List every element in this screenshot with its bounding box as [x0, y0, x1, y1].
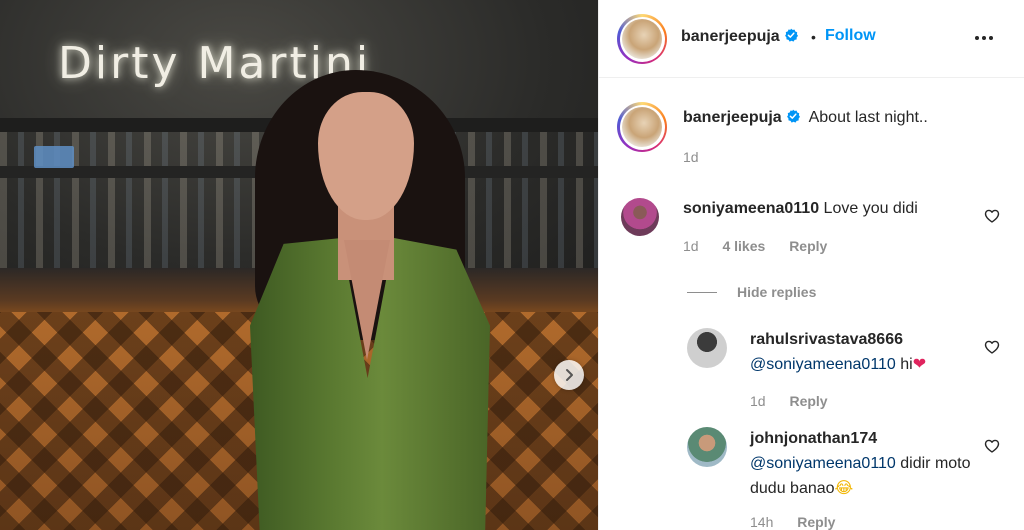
hide-replies-button[interactable]: Hide replies	[687, 282, 816, 302]
author-username[interactable]: banerjeepuja	[681, 28, 780, 45]
caption-text: About last night..	[808, 109, 928, 126]
replier-avatar[interactable]	[687, 427, 727, 467]
comment-text: Love you didi	[823, 200, 918, 217]
reply-body: hi	[895, 356, 913, 373]
mention-link[interactable]: @soniyameena0110	[750, 356, 896, 373]
reply-button[interactable]: Reply	[789, 238, 827, 254]
separator-dot: •	[811, 29, 816, 45]
post-photo[interactable]: Dirty Martini	[0, 0, 598, 530]
author-avatar[interactable]	[617, 14, 667, 64]
reply-timestamp[interactable]: 14h	[750, 514, 773, 530]
comment-username[interactable]: soniyameena0110	[683, 200, 819, 217]
reply-button[interactable]: Reply	[797, 514, 835, 530]
post-side-panel: banerjeepuja • Follow banerjeepuja About…	[598, 0, 1024, 530]
verified-badge-icon	[787, 109, 801, 123]
chevron-right-icon	[566, 369, 573, 381]
reply-meta: 14h Reply	[750, 514, 835, 530]
heart-icon[interactable]	[984, 438, 1000, 454]
more-horizontal-icon[interactable]	[971, 26, 997, 50]
reply-username[interactable]: rahulsrivastava8666	[750, 331, 903, 349]
reply-button[interactable]: Reply	[789, 393, 827, 409]
caption-author-avatar[interactable]	[617, 102, 667, 152]
follow-button[interactable]: Follow	[825, 27, 876, 45]
post-header: banerjeepuja • Follow	[599, 0, 1024, 78]
next-photo-button[interactable]	[554, 360, 584, 390]
heart-icon[interactable]	[984, 339, 1000, 355]
reply-timestamp[interactable]: 1d	[750, 393, 766, 409]
replier-avatar[interactable]	[687, 328, 727, 368]
mention-link[interactable]: @soniyameena0110	[750, 455, 896, 472]
verified-badge-icon	[785, 28, 799, 42]
author-name-row: banerjeepuja	[681, 28, 799, 46]
laughing-emoji: 😂	[834, 478, 854, 497]
comment: soniyameena0110 Love you didi	[683, 200, 918, 218]
reply-meta: 1d Reply	[750, 393, 828, 409]
reply-username[interactable]: johnjonathan174	[750, 430, 877, 448]
heart-icon[interactable]	[984, 208, 1000, 224]
heart-emoji: ❤	[912, 354, 927, 373]
reply-text: @soniyameena0110 didir moto dudu banao😂	[750, 452, 1000, 501]
hide-replies-label: Hide replies	[737, 284, 817, 300]
commenter-avatar[interactable]	[621, 198, 659, 236]
comment-likes[interactable]: 4 likes	[722, 238, 765, 254]
caption-timestamp[interactable]: 1d	[683, 149, 699, 165]
reply-text: @soniyameena0110 hi❤	[750, 354, 926, 374]
divider	[687, 291, 717, 293]
comment-meta: 1d 4 likes Reply	[683, 238, 827, 254]
comment-timestamp[interactable]: 1d	[683, 238, 699, 254]
bar-screen	[34, 146, 74, 168]
caption-username[interactable]: banerjeepuja	[683, 109, 782, 126]
caption: banerjeepuja About last night..	[683, 109, 928, 127]
